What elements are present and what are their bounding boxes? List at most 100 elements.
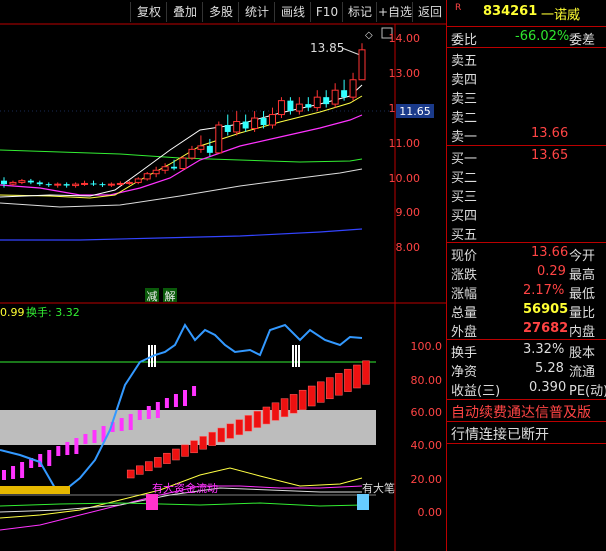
sub-tick: 100.0 <box>411 340 443 353</box>
price-tick: 14.00 <box>389 32 421 45</box>
sub-tick: 60.00 <box>411 406 443 419</box>
candle-body <box>125 181 133 184</box>
candle-body <box>349 79 357 98</box>
sub-white-pillar <box>298 345 300 367</box>
sub-bar-red <box>280 398 289 418</box>
candle-body <box>134 178 142 183</box>
sub-white-pillar <box>148 345 150 367</box>
candle-body <box>331 89 339 105</box>
ma-blue-line <box>0 228 363 241</box>
candle-body <box>9 181 17 185</box>
sub-bar-red <box>145 461 153 472</box>
sub-bar-magenta <box>2 470 6 480</box>
sub-bar-magenta <box>83 434 88 444</box>
divider <box>447 47 606 48</box>
price-tick: 10.00 <box>389 172 421 185</box>
candle-body <box>260 118 267 125</box>
float-label: 流通 <box>569 365 596 380</box>
wei-bi-value: -66.02% <box>515 29 570 44</box>
candle-body <box>358 49 366 81</box>
buy4-label: 买四 <box>451 209 478 224</box>
sub-bar-red <box>298 389 307 410</box>
candle-body <box>242 121 249 129</box>
high-label: 最高 <box>569 268 596 283</box>
fund-flow-marker-magenta <box>146 494 158 510</box>
candle-body <box>36 182 43 185</box>
now-value: 13.66 <box>531 245 569 260</box>
kline-chart[interactable]: 13.85 ◇ 14.00 13.00 12.00 11.00 10.00 9.… <box>0 0 446 551</box>
fund-flow-annotation-1: 有大资金流动 <box>152 481 218 495</box>
renewal-ad-link[interactable]: 自动续费通达信普及版 <box>451 402 591 422</box>
candle-body <box>287 100 294 112</box>
rating-badge: R <box>455 3 462 13</box>
stock-code: 834261 <box>483 4 538 19</box>
sub-white-pillar <box>292 345 294 367</box>
volume-ratio-label: 量比 <box>569 306 596 321</box>
open-label: 今开 <box>569 249 596 264</box>
candle-body <box>313 96 321 109</box>
buy2-label: 买二 <box>451 171 478 186</box>
nav-value: 5.28 <box>535 361 564 376</box>
current-price-tag-text: 11.65 <box>399 105 431 118</box>
inner-label: 内盘 <box>569 325 596 340</box>
sell2-label: 卖二 <box>451 111 478 126</box>
volume-label: 总量 <box>451 306 478 321</box>
candle-body <box>143 173 151 180</box>
sub-bar-magenta <box>11 466 16 479</box>
sub-tick: 80.00 <box>411 374 443 387</box>
divider <box>447 421 606 422</box>
sub-bar-red <box>136 465 144 475</box>
candle-body <box>269 114 276 126</box>
sell4-label: 卖四 <box>451 73 478 88</box>
change-label: 涨跌 <box>451 268 478 283</box>
candle-body <box>206 145 213 153</box>
sell5-label: 卖五 <box>451 54 478 69</box>
candle-body <box>54 183 62 186</box>
fund-flow-annotation-2: 有大笔 <box>362 481 395 495</box>
candle-body <box>1 180 7 185</box>
sub-bar-red <box>181 444 189 457</box>
sub-bar-red <box>271 402 280 421</box>
high-price-annotation: 13.85 <box>310 41 344 55</box>
sub-bar-magenta <box>146 406 151 419</box>
sub-bar-magenta <box>119 418 124 431</box>
sub-bar-magenta <box>137 410 142 420</box>
turnover-value: 3.32% <box>523 342 565 357</box>
price-tick: 13.00 <box>389 67 421 80</box>
pct-label: 涨幅 <box>451 287 478 302</box>
sub-bar-red <box>226 423 234 439</box>
candle-body <box>90 183 97 185</box>
sub-bar-magenta <box>47 450 52 466</box>
sell1-label: 卖一 <box>451 130 478 145</box>
sub-bar-red <box>262 406 271 425</box>
divider <box>447 242 606 243</box>
pe-label: PE(动) <box>569 384 606 399</box>
sub-bar-red <box>307 385 316 407</box>
outer-label: 外盘 <box>451 325 478 340</box>
sub-bar-magenta <box>155 402 160 418</box>
change-value: 0.29 <box>537 264 566 279</box>
sub-bar-red <box>326 377 334 400</box>
sub-bar-red <box>289 394 298 414</box>
signal-label-2: 解 <box>165 289 176 303</box>
sub-header-turnover: 换手: 3.32 <box>26 305 80 319</box>
sub-bar-red <box>344 368 352 392</box>
quote-panel: R 834261 一诺威 委比 -66.02% 委差 卖五 卖四 卖三 卖二 卖… <box>446 0 606 551</box>
sub-bar-magenta <box>74 438 79 454</box>
sub-bar-red <box>208 431 216 446</box>
candle-body <box>171 166 178 169</box>
sub-bar-magenta <box>128 414 133 430</box>
sub-bar-magenta <box>173 394 178 407</box>
sub-bar-magenta <box>164 398 169 408</box>
fund-flow-band <box>0 486 70 494</box>
candle-body <box>107 183 115 186</box>
sub-bar-red <box>244 415 253 432</box>
sub-blue-line <box>0 323 363 492</box>
sub-bar-red <box>362 360 370 385</box>
candle-body <box>116 182 124 185</box>
sub-bar-red <box>317 381 325 403</box>
candle-body <box>323 97 330 105</box>
sub-bar-red <box>163 452 171 464</box>
ma-yellow-line <box>0 95 363 199</box>
stock-name[interactable]: 一诺威 <box>541 4 580 23</box>
